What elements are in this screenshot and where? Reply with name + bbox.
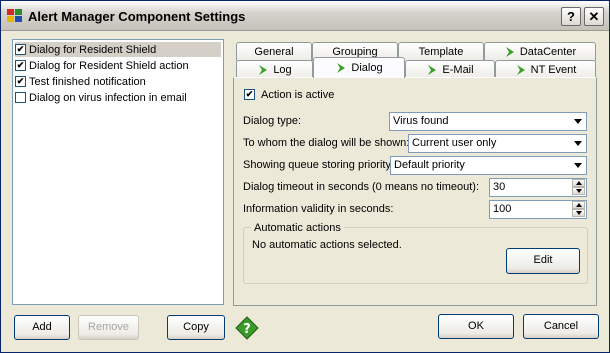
dialog-type-value: Virus found — [393, 115, 449, 127]
tab-dialog[interactable]: Dialog — [313, 57, 405, 78]
queue-priority-value: Default priority — [394, 159, 465, 171]
ok-button[interactable]: OK — [438, 314, 514, 339]
action-active-label: Action is active — [261, 89, 335, 101]
timeout-value: 30 — [493, 181, 506, 193]
list-item[interactable]: ✔ Dialog for Resident Shield action — [15, 58, 221, 73]
tab-label: NT Event — [530, 64, 577, 76]
title-bar[interactable]: Alert Manager Component Settings ? ✕ — [1, 1, 609, 31]
list-item[interactable]: ✔ Test finished notification — [15, 74, 221, 89]
tab-template[interactable]: Template — [398, 42, 484, 61]
spin-up-icon[interactable] — [572, 201, 585, 209]
shown-to-label: To whom the dialog will be shown: — [243, 137, 410, 149]
list-item-checkbox[interactable]: ✔ — [15, 76, 26, 87]
automatic-actions-text: No automatic actions selected. — [252, 239, 402, 251]
dialog-type-select[interactable]: Virus found — [389, 112, 587, 131]
green-arrow-icon — [257, 64, 269, 76]
list-item-label: Dialog for Resident Shield action — [29, 59, 189, 72]
shown-to-value: Current user only — [412, 137, 497, 149]
close-title-button[interactable]: ✕ — [584, 7, 604, 26]
cancel-button[interactable]: Cancel — [523, 314, 599, 339]
shown-to-select[interactable]: Current user only — [408, 134, 587, 153]
queue-priority-select[interactable]: Default priority — [390, 156, 587, 175]
action-active-checkbox[interactable]: ✔ — [244, 89, 255, 100]
chevron-down-icon[interactable] — [570, 136, 585, 151]
copy-button[interactable]: Copy — [167, 315, 225, 340]
queue-priority-label: Showing queue storing priority: — [243, 159, 395, 171]
chevron-down-icon[interactable] — [570, 158, 585, 173]
tab-label: General — [254, 46, 294, 58]
spin-down-icon[interactable] — [572, 209, 585, 217]
tab-label: Log — [273, 64, 292, 76]
list-item-label: Dialog for Resident Shield — [29, 43, 157, 56]
tab-label: DataCenter — [519, 46, 577, 58]
timeout-label: Dialog timeout in seconds (0 means no ti… — [243, 181, 480, 193]
green-arrow-icon — [335, 62, 347, 74]
list-item-label: Dialog on virus infection in email — [29, 91, 187, 104]
list-item-checkbox[interactable] — [15, 92, 26, 103]
green-help-icon[interactable]: ? — [235, 316, 259, 340]
chevron-down-icon[interactable] — [570, 114, 585, 129]
tab-label: E-Mail — [442, 64, 474, 76]
window-title: Alert Manager Component Settings — [28, 9, 246, 24]
validity-stepper[interactable]: 100 — [489, 200, 587, 219]
green-arrow-icon — [426, 64, 438, 76]
timeout-stepper[interactable]: 30 — [489, 178, 587, 197]
validity-label: Information validity in seconds: — [243, 203, 394, 215]
tab-label: Template — [418, 46, 464, 58]
alert-manager-icon — [7, 9, 23, 23]
spin-down-icon[interactable] — [572, 187, 585, 195]
tab-datacenter[interactable]: DataCenter — [484, 42, 596, 61]
dialog-type-label: Dialog type: — [243, 115, 302, 127]
tab-label: Dialog — [351, 62, 383, 74]
list-item-checkbox[interactable]: ✔ — [15, 44, 26, 55]
list-item-label: Test finished notification — [29, 75, 146, 88]
action-list[interactable]: ✔ Dialog for Resident Shield ✔ Dialog fo… — [12, 39, 224, 305]
tab-general[interactable]: General — [236, 42, 312, 61]
alert-manager-window: Alert Manager Component Settings ? ✕ ✔ D… — [0, 0, 610, 353]
list-item[interactable]: ✔ Dialog for Resident Shield — [15, 42, 221, 57]
green-arrow-icon — [504, 46, 516, 58]
help-title-button[interactable]: ? — [561, 7, 581, 26]
green-arrow-icon — [515, 64, 527, 76]
remove-button[interactable]: Remove — [78, 315, 139, 340]
validity-value: 100 — [493, 203, 512, 215]
list-item[interactable]: Dialog on virus infection in email — [15, 90, 221, 105]
add-button[interactable]: Add — [14, 315, 70, 340]
edit-button[interactable]: Edit — [506, 248, 580, 274]
list-item-checkbox[interactable]: ✔ — [15, 60, 26, 71]
svg-text:?: ? — [243, 322, 251, 337]
spin-up-icon[interactable] — [572, 179, 585, 187]
automatic-actions-title: Automatic actions — [251, 222, 344, 234]
